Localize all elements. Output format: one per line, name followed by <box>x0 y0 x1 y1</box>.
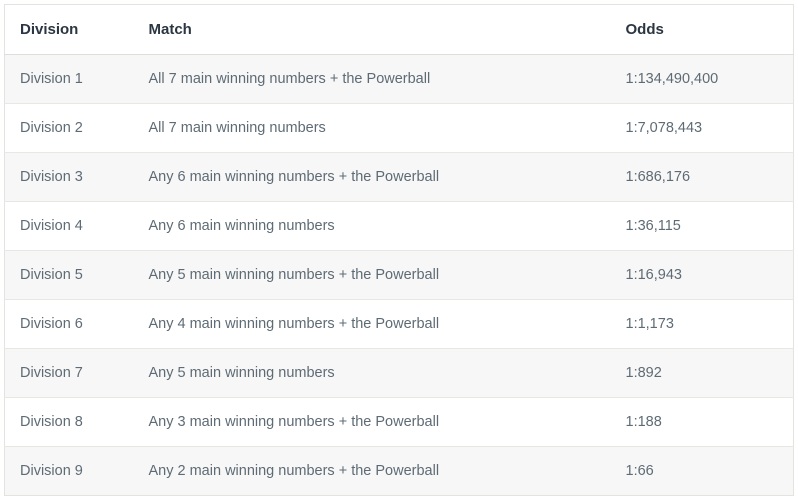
column-header-match: Match <box>134 5 611 55</box>
cell-division: Division 5 <box>5 251 134 300</box>
cell-match: Any 3 main winning numbers + the Powerba… <box>134 398 611 447</box>
table-row: Division 3 Any 6 main winning numbers + … <box>5 153 794 202</box>
cell-odds: 1:7,078,443 <box>611 104 794 153</box>
cell-division: Division 6 <box>5 300 134 349</box>
cell-division: Division 3 <box>5 153 134 202</box>
table-header-row: Division Match Odds <box>5 5 794 55</box>
cell-odds: 1:188 <box>611 398 794 447</box>
table-row: Division 8 Any 3 main winning numbers + … <box>5 398 794 447</box>
table-row: Division 6 Any 4 main winning numbers + … <box>5 300 794 349</box>
cell-odds: 1:1,173 <box>611 300 794 349</box>
table-row: Division 4 Any 6 main winning numbers 1:… <box>5 202 794 251</box>
cell-odds: 1:36,115 <box>611 202 794 251</box>
cell-division: Division 8 <box>5 398 134 447</box>
table-row: Division 1 All 7 main winning numbers + … <box>5 55 794 104</box>
cell-odds: 1:134,490,400 <box>611 55 794 104</box>
cell-match: All 7 main winning numbers + the Powerba… <box>134 55 611 104</box>
cell-division: Division 7 <box>5 349 134 398</box>
cell-odds: 1:686,176 <box>611 153 794 202</box>
cell-match: Any 4 main winning numbers + the Powerba… <box>134 300 611 349</box>
page-container: Division Match Odds Division 1 All 7 mai… <box>0 0 798 502</box>
column-header-division: Division <box>5 5 134 55</box>
cell-match: Any 5 main winning numbers + the Powerba… <box>134 251 611 300</box>
cell-odds: 1:892 <box>611 349 794 398</box>
cell-match: Any 6 main winning numbers + the Powerba… <box>134 153 611 202</box>
cell-division: Division 4 <box>5 202 134 251</box>
column-header-odds: Odds <box>611 5 794 55</box>
table-row: Division 5 Any 5 main winning numbers + … <box>5 251 794 300</box>
cell-division: Division 1 <box>5 55 134 104</box>
table-header: Division Match Odds <box>5 5 794 55</box>
cell-odds: 1:16,943 <box>611 251 794 300</box>
table-row: Division 9 Any 2 main winning numbers + … <box>5 447 794 496</box>
table-row: Division 7 Any 5 main winning numbers 1:… <box>5 349 794 398</box>
cell-division: Division 9 <box>5 447 134 496</box>
cell-match: Any 2 main winning numbers + the Powerba… <box>134 447 611 496</box>
cell-division: Division 2 <box>5 104 134 153</box>
cell-match: Any 6 main winning numbers <box>134 202 611 251</box>
cell-odds: 1:66 <box>611 447 794 496</box>
cell-match: All 7 main winning numbers <box>134 104 611 153</box>
cell-match: Any 5 main winning numbers <box>134 349 611 398</box>
prize-division-odds-table: Division Match Odds Division 1 All 7 mai… <box>4 4 794 496</box>
table-row: Division 2 All 7 main winning numbers 1:… <box>5 104 794 153</box>
table-body: Division 1 All 7 main winning numbers + … <box>5 55 794 496</box>
